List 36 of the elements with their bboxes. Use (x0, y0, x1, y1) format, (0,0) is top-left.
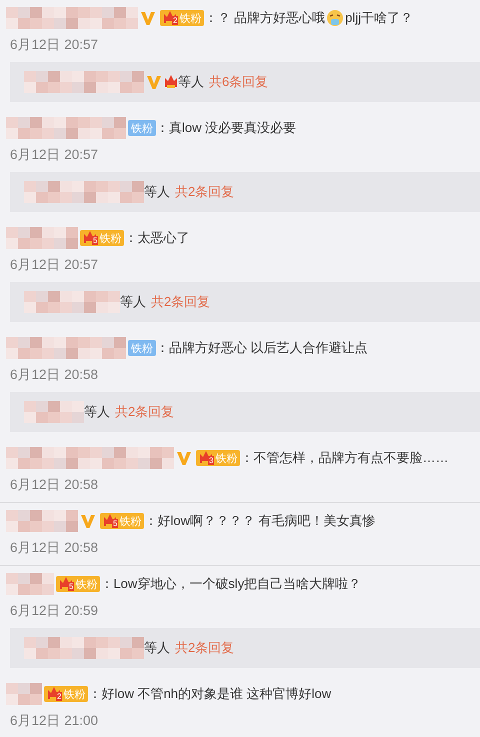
emoji-icon (326, 9, 344, 27)
comment-text: ：太恶心了 (124, 229, 190, 247)
comment-text: ：真low 没必要真没必要 (156, 119, 296, 137)
replies-suffix: 等人 (178, 73, 204, 91)
replies-suffix: 等人 (144, 639, 170, 657)
replies-panel[interactable]: 等人 共2条回复 (10, 392, 480, 432)
fan-level: 3 (208, 456, 214, 465)
comment-text: ：品牌方好恶心 以后艺人合作避让点 (156, 339, 368, 357)
replies-panel[interactable]: 等人 共2条回复 (10, 628, 480, 668)
replies-suffix: 等人 (84, 403, 110, 421)
comment-time: 6月12日 20:57 (10, 36, 100, 54)
comment-time: 6月12日 20:58 (10, 476, 100, 494)
comment-text: ：？ 品牌方好恶心哦 (204, 9, 326, 27)
comment-text: ：Low穿地心，一个破sly把自己当啥大牌啦？ (100, 575, 362, 593)
replies-panel[interactable]: 等人 共6条回复 (10, 62, 480, 102)
fan-badge: 铁粉 (128, 120, 156, 136)
comment-text: ：不管怎样，品牌方有点不要脸…… (240, 449, 448, 467)
comment-text: ：好low啊？？？？ 有毛病吧！美女真惨 (144, 512, 376, 530)
comment-time: 6月12日 20:58 (10, 539, 100, 557)
comment-time: 6月12日 21:00 (10, 712, 100, 730)
replies-suffix: 等人 (120, 293, 146, 311)
comment-time: 6月12日 20:58 (10, 366, 100, 384)
fan-level: 5 (68, 582, 74, 591)
comment-text: pljj干啥了？ (345, 9, 413, 27)
replies-panel[interactable]: 等人 共2条回复 (10, 172, 480, 212)
fan-badge: 铁粉 (128, 340, 156, 356)
fan-level: 5 (112, 519, 118, 528)
comment-time: 6月12日 20:59 (10, 602, 100, 620)
comment-time: 6月12日 20:57 (10, 146, 100, 164)
replies-panel[interactable]: 等人 共2条回复 (10, 282, 480, 322)
comment-text: ：好low 不管nh的对象是谁 这种官博好low (88, 685, 332, 703)
fan-level: 2 (56, 692, 62, 701)
replies-suffix: 等人 (144, 183, 170, 201)
comment-time: 6月12日 20:57 (10, 256, 100, 274)
fan-level: 5 (92, 236, 98, 245)
fan-level: 2 (172, 16, 178, 25)
